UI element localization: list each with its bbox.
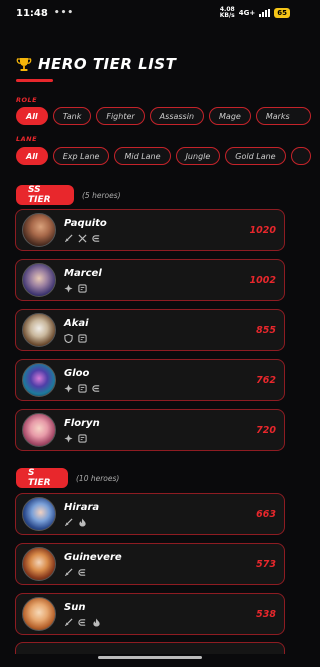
- hero-card-sun[interactable]: Sun 538: [15, 593, 285, 635]
- role-filter-chips: All Tank Fighter Assassin Mage Marks: [16, 107, 311, 125]
- flame-icon: [78, 517, 87, 527]
- sword-icon: [64, 617, 73, 627]
- hero-name: Marcel: [64, 267, 102, 279]
- status-icons: 4.08 KB/s 4G+ 65: [220, 7, 290, 19]
- title-underline: [16, 79, 53, 82]
- lane-chip-mid[interactable]: Mid Lane: [114, 147, 171, 165]
- cross-swords-icon: [78, 233, 87, 243]
- hero-score: 538: [256, 608, 276, 620]
- swap-icon: [78, 433, 87, 443]
- hero-avatar: [22, 413, 56, 447]
- hero-avatar: [22, 313, 56, 347]
- role-label: ROLE: [16, 96, 38, 104]
- hero-score: 855: [256, 324, 276, 336]
- role-chip-assassin[interactable]: Assassin: [149, 107, 205, 125]
- lane-chip-gold[interactable]: Gold Lane: [225, 147, 286, 165]
- hero-name: Akai: [64, 317, 89, 329]
- gold-icon: [92, 234, 101, 243]
- home-indicator[interactable]: [98, 656, 202, 659]
- sword-icon: [64, 517, 73, 527]
- status-time: 11:48: [16, 7, 48, 19]
- gold-icon: [92, 384, 101, 393]
- hero-name: Guinevere: [64, 551, 122, 563]
- signal-type: 4G+: [238, 9, 256, 17]
- gold-icon: [78, 618, 87, 627]
- lane-chip-jungle[interactable]: Jungle: [175, 147, 221, 165]
- hero-avatar: [22, 497, 56, 531]
- hero-card-marcel[interactable]: Marcel 1002: [15, 259, 285, 301]
- hero-score: 1020: [249, 224, 276, 236]
- hero-score: 720: [256, 424, 276, 436]
- gold-icon: [78, 568, 87, 577]
- status-bar: 11:48 ••• 4.08 KB/s 4G+ 65: [0, 0, 300, 26]
- hero-card-hirara[interactable]: Hirara 663: [15, 493, 285, 535]
- hero-name: Sun: [64, 601, 86, 613]
- role-chip-marksman[interactable]: Marks: [255, 107, 311, 125]
- compass-icon: [64, 383, 73, 393]
- sword-icon: [64, 233, 73, 243]
- lane-chip-all[interactable]: All: [16, 147, 48, 165]
- role-chip-all[interactable]: All: [16, 107, 48, 125]
- tier-header-ss: SS TIER (5 heroes): [16, 185, 121, 205]
- trophy-icon: [16, 56, 32, 72]
- tier-count: (5 heroes): [82, 190, 121, 200]
- swap-icon: [78, 283, 87, 293]
- lane-chip-roam[interactable]: [290, 147, 311, 165]
- compass-icon: [64, 283, 73, 293]
- tier-badge: S TIER: [16, 468, 68, 488]
- tier-count: (10 heroes): [76, 473, 120, 483]
- hero-name: Paquito: [64, 217, 107, 229]
- hero-avatar: [22, 547, 56, 581]
- lane-filter-chips: All Exp Lane Mid Lane Jungle Gold Lane: [16, 147, 311, 165]
- more-notifications-icon: •••: [53, 8, 75, 18]
- hero-name: Gloo: [64, 367, 90, 379]
- flame-icon: [92, 617, 101, 627]
- compass-icon: [64, 433, 73, 443]
- tier-badge: SS TIER: [16, 185, 74, 205]
- battery-icon: 65: [274, 8, 290, 18]
- hero-score: 663: [256, 508, 276, 520]
- hero-avatar: [22, 263, 56, 297]
- hero-name: Floryn: [64, 417, 100, 429]
- hero-card-partial[interactable]: [15, 642, 285, 654]
- hero-avatar: [22, 597, 56, 631]
- role-chip-tank[interactable]: Tank: [52, 107, 92, 125]
- hero-score: 573: [256, 558, 276, 570]
- sword-icon: [64, 567, 73, 577]
- page-title: HERO TIER LIST: [38, 55, 177, 73]
- hero-card-akai[interactable]: Akai 855: [15, 309, 285, 351]
- role-chip-fighter[interactable]: Fighter: [96, 107, 145, 125]
- shield-icon: [64, 333, 73, 343]
- hero-name: Hirara: [64, 501, 100, 513]
- network-speed: 4.08 KB/s: [219, 6, 235, 19]
- swap-icon: [78, 333, 87, 343]
- lane-label: LANE: [16, 135, 38, 143]
- lane-chip-exp[interactable]: Exp Lane: [52, 147, 110, 165]
- hero-score: 762: [256, 374, 276, 386]
- hero-card-gloo[interactable]: Gloo 762: [15, 359, 285, 401]
- hero-card-guinevere[interactable]: Guinevere 573: [15, 543, 285, 585]
- hero-score: 1002: [249, 274, 276, 286]
- hero-avatar: [22, 363, 56, 397]
- page-header: HERO TIER LIST: [16, 55, 176, 73]
- tier-header-s: S TIER (10 heroes): [16, 468, 119, 488]
- hero-card-floryn[interactable]: Floryn 720: [15, 409, 285, 451]
- signal-bars-icon: [259, 9, 271, 17]
- hero-avatar: [22, 213, 56, 247]
- swap-icon: [78, 383, 87, 393]
- role-chip-mage[interactable]: Mage: [209, 107, 251, 125]
- hero-card-paquito[interactable]: Paquito 1020: [15, 209, 285, 251]
